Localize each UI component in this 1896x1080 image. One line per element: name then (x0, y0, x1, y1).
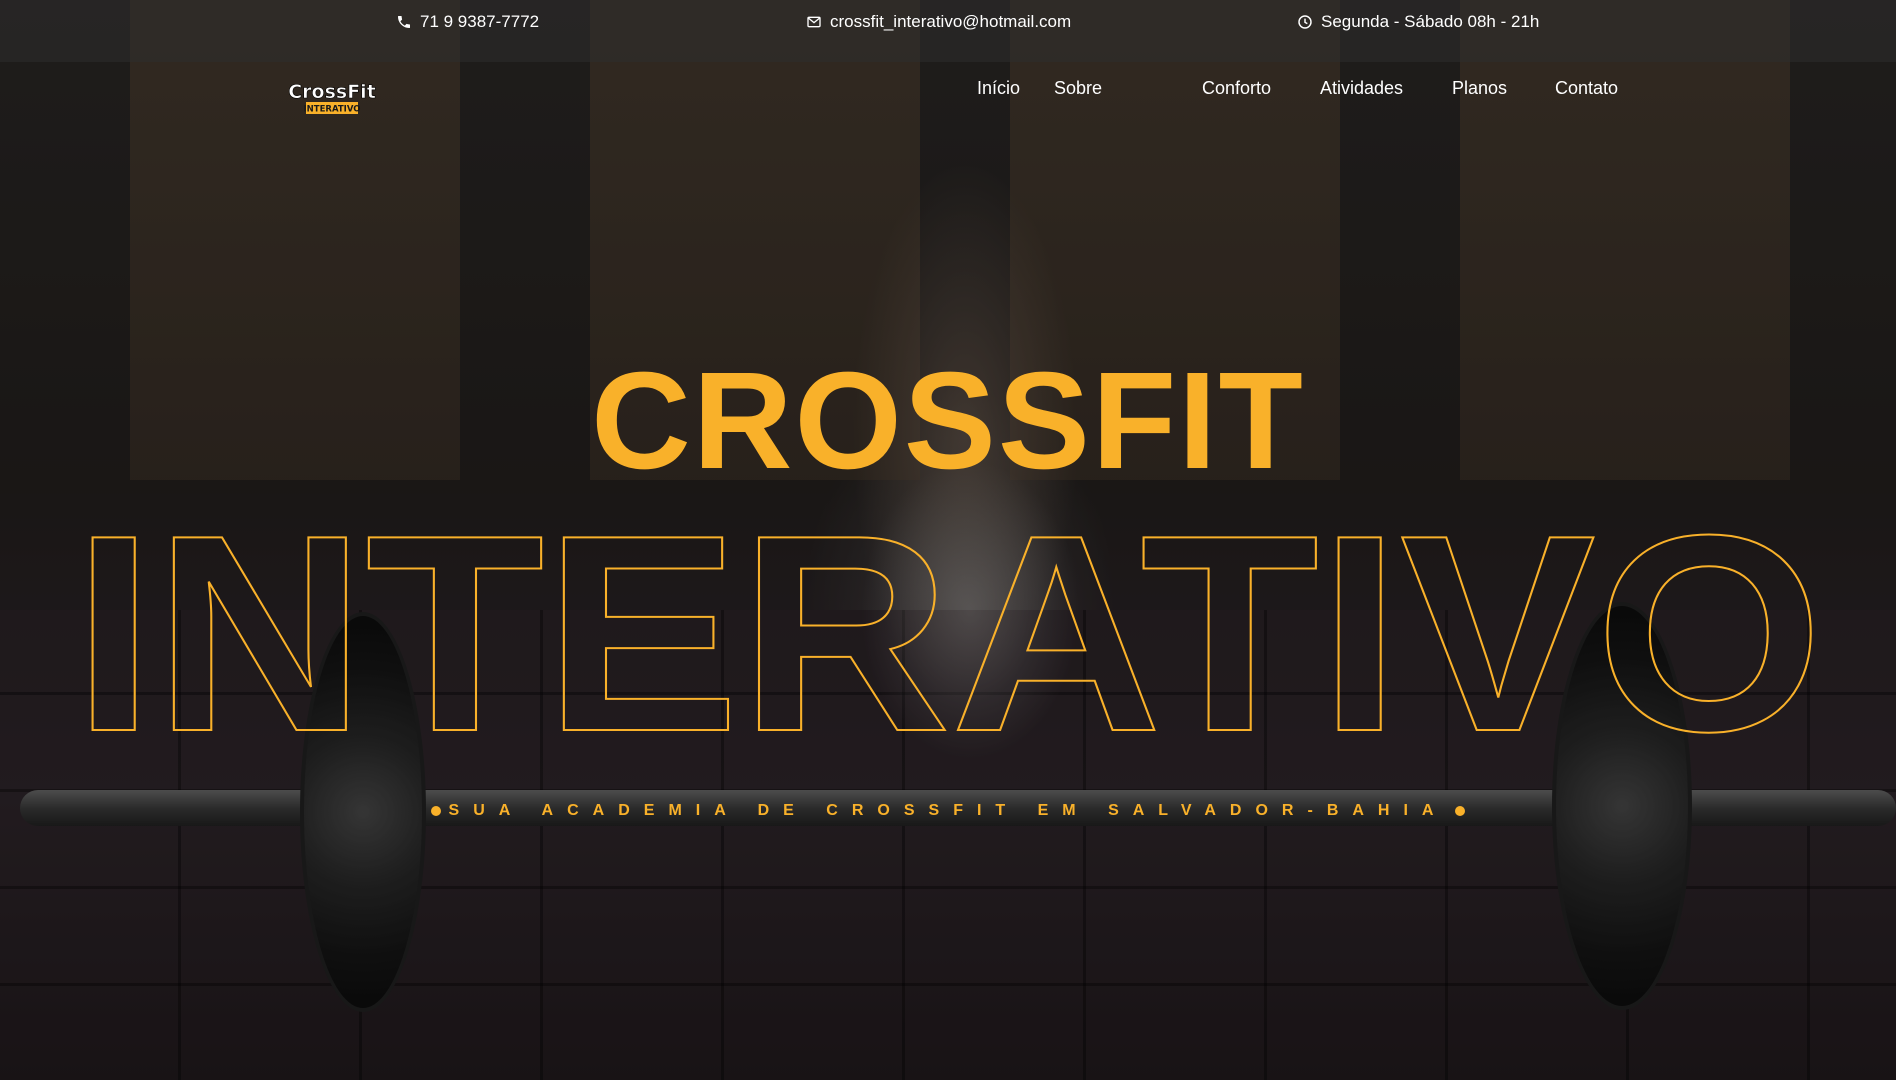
mail-icon (806, 14, 822, 30)
top-info-bar: 71 9 9387-7772 crossfit_interativo@hotma… (0, 0, 1896, 62)
nav-item-sobre[interactable]: Sobre (1054, 78, 1102, 99)
clock-icon (1297, 14, 1313, 30)
email-info[interactable]: crossfit_interativo@hotmail.com (806, 0, 1071, 44)
phone-text: 71 9 9387-7772 (420, 12, 540, 31)
logo-line1: CrossFit (288, 81, 376, 103)
tagline-dot-left (430, 805, 441, 816)
brand-logo[interactable]: CrossFit INTERATIVO (282, 78, 382, 118)
phone-info[interactable]: 71 9 9387-7772 (396, 0, 539, 44)
tagline-text: SUA ACADEMIA DE CROSSFIT EM SALVADOR-BAH… (448, 802, 1448, 819)
nav-item-inicio[interactable]: Início (977, 78, 1020, 99)
nav-item-atividades[interactable]: Atividades (1320, 78, 1403, 99)
hero-outline-title: INTERATIVO (72, 500, 1824, 750)
email-text: crossfit_interativo@hotmail.com (830, 12, 1072, 31)
hours-text: Segunda - Sábado 08h - 21h (1321, 12, 1540, 31)
hero-tagline: SUA ACADEMIA DE CROSSFIT EM SALVADOR-BAH… (0, 802, 1896, 820)
hours-info: Segunda - Sábado 08h - 21h (1297, 0, 1539, 44)
phone-icon (396, 14, 412, 30)
hero-title: CROSSFIT (591, 344, 1305, 498)
nav-item-contato[interactable]: Contato (1555, 78, 1618, 99)
tagline-dot-right (1455, 805, 1466, 816)
outline-text: INTERATIVO (73, 500, 1823, 750)
logo-line2: INTERATIVO (304, 105, 361, 115)
nav-item-planos[interactable]: Planos (1452, 78, 1507, 99)
nav-item-conforto[interactable]: Conforto (1202, 78, 1271, 99)
